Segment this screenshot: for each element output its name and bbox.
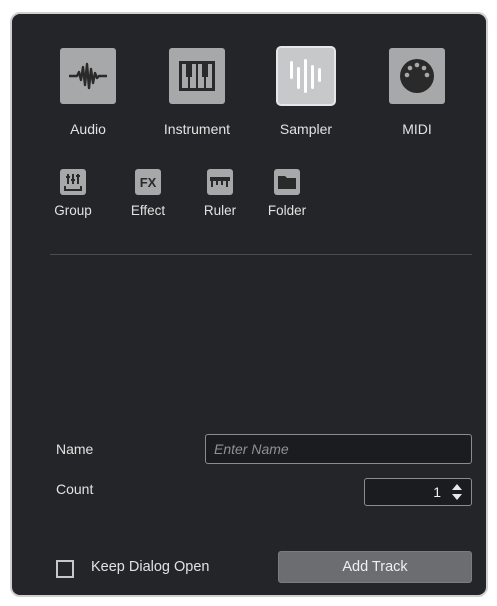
name-label: Name	[56, 441, 94, 457]
track-type-effect[interactable]: FX	[135, 169, 161, 195]
track-type-folder[interactable]	[274, 169, 300, 195]
track-type-sampler[interactable]	[278, 48, 334, 104]
track-type-group[interactable]	[60, 169, 86, 195]
folder-icon	[278, 176, 296, 189]
keep-dialog-open-label[interactable]: Keep Dialog Open	[91, 559, 210, 575]
track-type-instrument[interactable]	[169, 48, 225, 104]
sampler-bars-icon	[290, 59, 321, 93]
track-type-midi[interactable]	[389, 48, 445, 104]
track-type-audio-label: Audio	[70, 121, 106, 137]
track-type-effect-label: Effect	[130, 203, 166, 218]
track-type-sampler-label: Sampler	[279, 121, 333, 137]
spinner-arrows-icon[interactable]	[451, 483, 463, 501]
track-type-ruler-label: Ruler	[203, 203, 237, 218]
ruler-icon	[210, 177, 230, 187]
track-type-instrument-label: Instrument	[163, 121, 231, 137]
fx-icon: FX	[139, 174, 157, 190]
track-type-group-label: Group	[54, 203, 92, 218]
add-track-dialog: Audio Instrument Sampler MIDI Group FX E…	[10, 12, 488, 597]
group-faders-icon	[64, 174, 82, 191]
midi-connector-icon	[400, 59, 434, 93]
track-type-folder-label: Folder	[267, 203, 307, 218]
keep-dialog-open-checkbox[interactable]	[56, 560, 74, 578]
add-track-button[interactable]: Add Track	[278, 551, 472, 583]
track-type-ruler[interactable]	[207, 169, 233, 195]
count-value: 1	[433, 484, 441, 500]
audio-waveform-icon	[69, 62, 107, 90]
track-type-audio[interactable]	[60, 48, 116, 104]
section-divider	[50, 254, 472, 255]
count-label: Count	[56, 481, 94, 497]
track-type-midi-label: MIDI	[402, 121, 432, 137]
name-input[interactable]	[205, 434, 472, 464]
piano-keys-icon	[179, 61, 215, 91]
count-stepper[interactable]: 1	[364, 478, 472, 506]
